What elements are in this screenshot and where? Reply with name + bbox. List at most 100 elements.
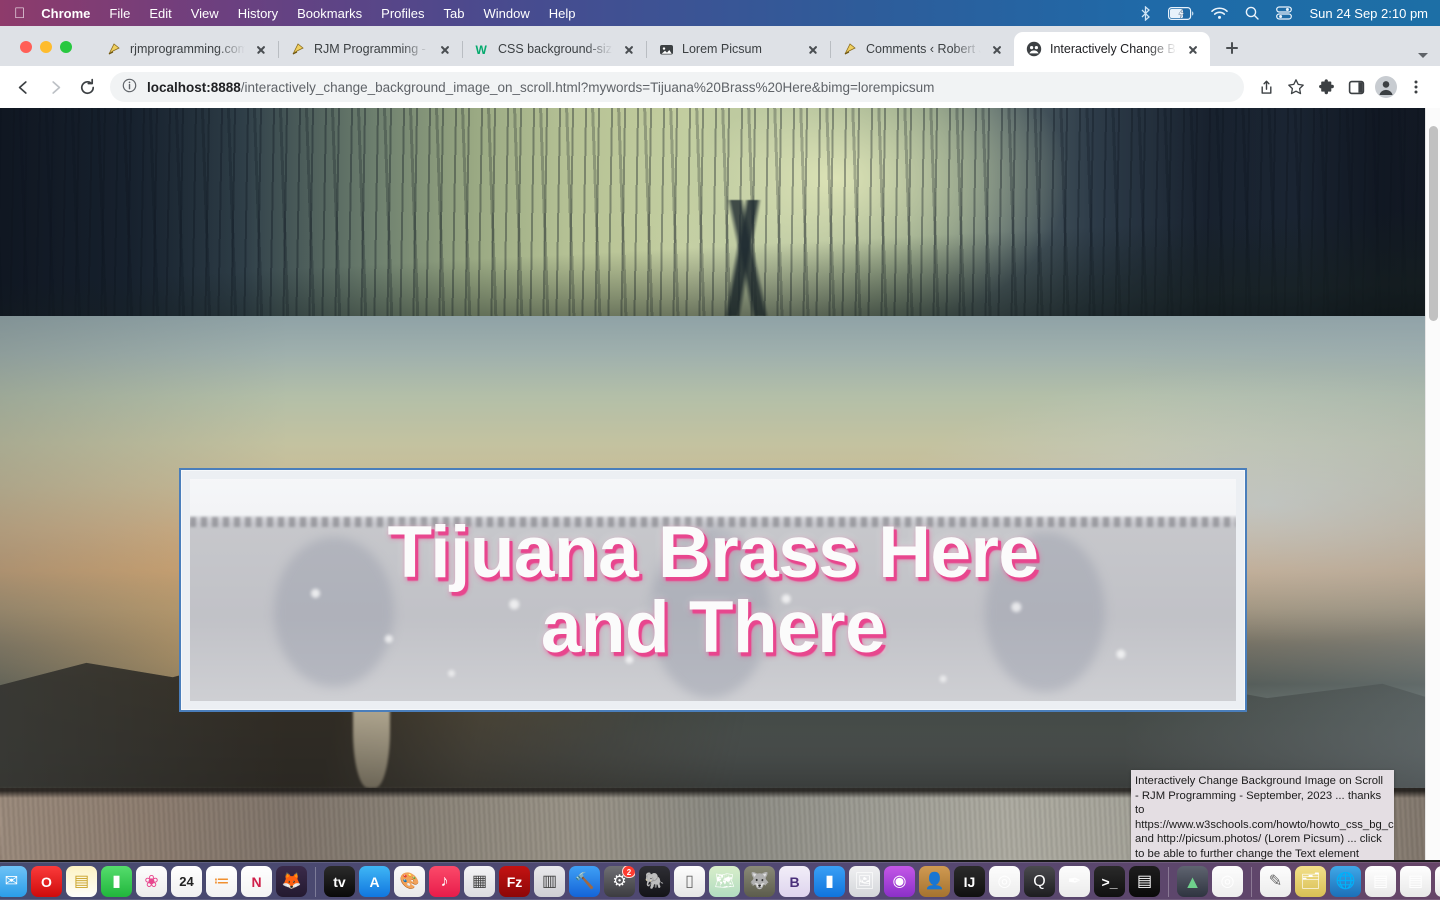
- tab-lorem-picsum[interactable]: Lorem Picsum: [646, 32, 831, 66]
- battery-charging-icon[interactable]: [1168, 6, 1194, 20]
- close-tab-icon[interactable]: [805, 41, 821, 57]
- tab-rjm-programming-soft[interactable]: RJM Programming - Soft: [278, 32, 463, 66]
- close-tab-icon[interactable]: [1185, 41, 1201, 57]
- minimize-button[interactable]: [40, 41, 52, 53]
- menu-item-tab[interactable]: Tab: [444, 6, 465, 21]
- chrome-browser-window: rjmprogramming.com.au RJM Programming - …: [0, 26, 1440, 860]
- dock-item-internet-globe[interactable]: 🌐: [1330, 866, 1361, 897]
- dock-item-notes[interactable]: ▤: [66, 866, 97, 897]
- dock-item-pages[interactable]: ▯: [674, 866, 705, 897]
- forward-arrow-icon[interactable]: [40, 72, 70, 102]
- dock-item-launchpad[interactable]: ▦: [464, 866, 495, 897]
- dock-item-mail[interactable]: ✉: [0, 866, 27, 897]
- dock-item-bbedit[interactable]: B: [779, 866, 810, 897]
- dock-item-chrome-alias[interactable]: ◎: [1212, 866, 1243, 897]
- menu-item-profiles[interactable]: Profiles: [381, 6, 424, 21]
- bluetooth-icon[interactable]: [1140, 5, 1151, 21]
- close-button[interactable]: [20, 41, 32, 53]
- scrollbar-thumb[interactable]: [1429, 126, 1438, 321]
- dock-item-firefox[interactable]: 🦊: [276, 866, 307, 897]
- svg-text:W: W: [475, 43, 487, 57]
- dock-item-preview[interactable]: 🎨: [394, 866, 425, 897]
- dock-item-gimp[interactable]: 🐺: [744, 866, 775, 897]
- menubar-status-area: Sun 24 Sep 2:10 pm: [1140, 5, 1440, 21]
- tab-interactively-change-background[interactable]: Interactively Change Bac: [1014, 32, 1210, 66]
- dock-item-terminal[interactable]: >_: [1094, 866, 1125, 897]
- dock-item-zoom[interactable]: ▮: [814, 866, 845, 897]
- back-arrow-icon[interactable]: [8, 72, 38, 102]
- dock-item-quicktime[interactable]: Q: [1024, 866, 1055, 897]
- extensions-puzzle-icon[interactable]: [1312, 73, 1340, 101]
- new-tab-button[interactable]: [1218, 34, 1246, 62]
- dock-item-system-settings[interactable]: ⚙ 2: [604, 866, 635, 897]
- tab-title: rjmprogramming.com.au: [130, 42, 245, 56]
- bookmark-star-icon[interactable]: [1282, 73, 1310, 101]
- dock-item-document-2[interactable]: ▤: [1400, 866, 1431, 897]
- maximize-button[interactable]: [60, 41, 72, 53]
- menu-item-view[interactable]: View: [191, 6, 219, 21]
- dock-item-document-3[interactable]: ▤: [1435, 866, 1440, 897]
- close-tab-icon[interactable]: [253, 41, 269, 57]
- dock-item-filezilla[interactable]: Fz: [499, 866, 530, 897]
- menubar-clock[interactable]: Sun 24 Sep 2:10 pm: [1309, 6, 1428, 21]
- close-tab-icon[interactable]: [437, 41, 453, 57]
- menu-item-chrome[interactable]: Chrome: [41, 6, 90, 21]
- dock-item-apple-tv[interactable]: tv: [324, 866, 355, 897]
- dock-item-podcasts[interactable]: ◉: [884, 866, 915, 897]
- background-band-misty-forest[interactable]: [0, 108, 1440, 316]
- dock-badge: 2: [622, 866, 635, 878]
- dock-item-script-editor[interactable]: ▤: [1129, 866, 1160, 897]
- address-bar[interactable]: localhost:8888/interactively_change_back…: [110, 72, 1244, 102]
- close-tab-icon[interactable]: [989, 41, 1005, 57]
- dock-item-chrome[interactable]: ◎: [989, 866, 1020, 897]
- menu-item-bookmarks[interactable]: Bookmarks: [297, 6, 362, 21]
- apple-logo-icon[interactable]: : [14, 6, 25, 21]
- dock-item-news[interactable]: N: [241, 866, 272, 897]
- share-icon[interactable]: [1252, 73, 1280, 101]
- tab-rjmprogramming[interactable]: rjmprogramming.com.au: [94, 32, 279, 66]
- chrome-menu-icon[interactable]: [1402, 73, 1430, 101]
- spotlight-search-icon[interactable]: [1245, 6, 1260, 20]
- dock-item-intellij[interactable]: IJ: [954, 866, 985, 897]
- rjm-kite-icon: [290, 41, 306, 57]
- dock-item-facetime[interactable]: ▮: [101, 866, 132, 897]
- dock-item-image-capture[interactable]: 🖼: [849, 866, 880, 897]
- menu-item-history[interactable]: History: [238, 6, 278, 21]
- dock-item-xcode[interactable]: 🔨: [569, 866, 600, 897]
- dock-item-music[interactable]: ♪: [429, 866, 460, 897]
- dock-item-photos[interactable]: ❀: [136, 866, 167, 897]
- dock-item-inkscape[interactable]: ✒: [1059, 866, 1090, 897]
- text-element-box[interactable]: Tijuana Brass Here and There: [179, 468, 1247, 712]
- menu-item-edit[interactable]: Edit: [149, 6, 171, 21]
- dock-item-app-store[interactable]: A: [359, 866, 390, 897]
- url-host: localhost:8888: [147, 79, 241, 95]
- rjm-kite-icon: [842, 41, 858, 57]
- side-panel-icon[interactable]: [1342, 73, 1370, 101]
- dock-item-textedit[interactable]: ✎: [1260, 866, 1291, 897]
- page-scrollbar[interactable]: [1425, 108, 1440, 860]
- dock-item-calendar[interactable]: 24: [171, 866, 202, 897]
- tab-css-background-size[interactable]: W CSS background-size pro: [462, 32, 647, 66]
- control-center-icon[interactable]: [1276, 6, 1293, 20]
- dock-item-maps[interactable]: 🗺: [709, 866, 740, 897]
- dock-item-opera[interactable]: O: [31, 866, 62, 897]
- page-globe-icon: [1026, 41, 1042, 57]
- dock-item-reminders[interactable]: ≔: [206, 866, 237, 897]
- reload-icon[interactable]: [72, 72, 102, 102]
- dock-item-calculator[interactable]: ▥: [534, 866, 565, 897]
- dock-item-prism-app[interactable]: ▲: [1177, 866, 1208, 897]
- menu-item-window[interactable]: Window: [484, 6, 530, 21]
- dock-item-document-1[interactable]: ▤: [1365, 866, 1396, 897]
- dock-item-mamp[interactable]: 🐘: [639, 866, 670, 897]
- site-info-icon[interactable]: [122, 78, 137, 96]
- tab-comments-robert-james[interactable]: Comments ‹ Robert Jam: [830, 32, 1015, 66]
- tab-list-menu[interactable]: [1418, 53, 1440, 66]
- tab-strip: rjmprogramming.com.au RJM Programming - …: [0, 26, 1440, 66]
- dock-item-contacts[interactable]: 👤: [919, 866, 950, 897]
- profile-avatar-icon[interactable]: [1372, 73, 1400, 101]
- menu-item-help[interactable]: Help: [549, 6, 576, 21]
- dock-item-downloads-stack[interactable]: 🗂: [1295, 866, 1326, 897]
- menu-item-file[interactable]: File: [109, 6, 130, 21]
- wifi-icon[interactable]: [1211, 6, 1229, 20]
- close-tab-icon[interactable]: [621, 41, 637, 57]
